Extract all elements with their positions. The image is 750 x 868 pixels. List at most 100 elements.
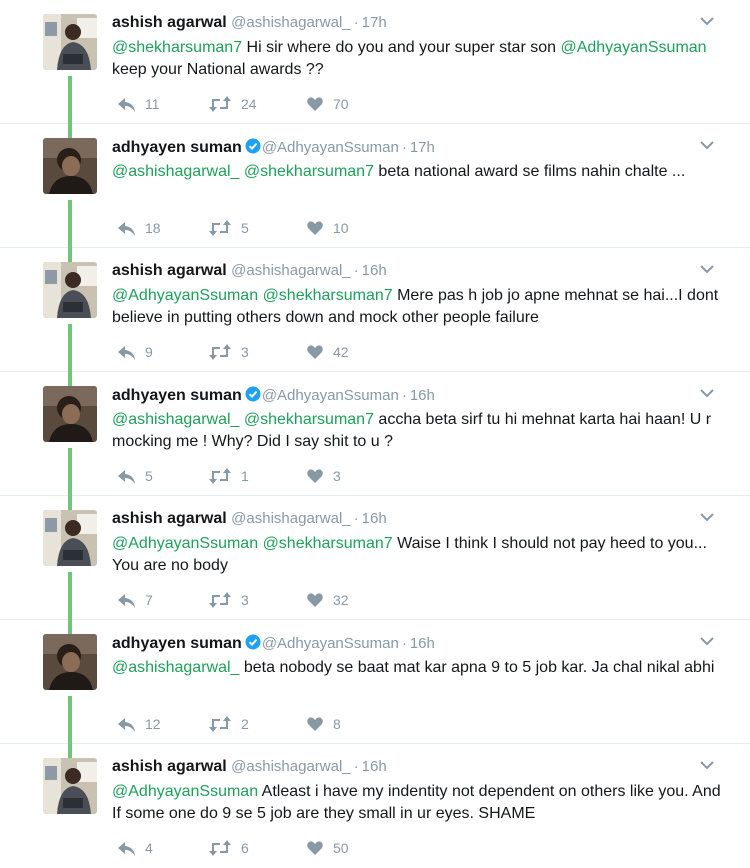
tweet[interactable]: ashish agarwal @ashishagarwal_ · 16h @Adhya… xyxy=(0,496,750,634)
retweet-button[interactable]: 2 xyxy=(208,714,249,734)
tweet-header: adhyayen suman @AdhyayanSsuman · 16h xyxy=(112,386,435,405)
reply-count: 4 xyxy=(145,840,153,856)
like-count: 32 xyxy=(333,592,349,608)
chevron-down-icon[interactable] xyxy=(700,512,714,522)
tweet-timestamp[interactable]: 17h xyxy=(362,14,387,31)
mention-link[interactable]: @shekharsuman7 xyxy=(112,39,242,56)
author-name[interactable]: ashish agarwal xyxy=(112,262,227,279)
tweet[interactable]: adhyayen suman @AdhyayanSsuman · 17h @ashish… xyxy=(0,124,750,262)
mention-link[interactable]: @shekharsuman7 xyxy=(244,411,374,428)
tweet[interactable]: ashish agarwal @ashishagarwal_ · 16h @Adhya… xyxy=(0,248,750,386)
author-handle[interactable]: @ashishagarwal_ xyxy=(231,510,350,527)
mention-link[interactable]: @ashishagarwal_ xyxy=(112,411,239,428)
verified-badge-icon xyxy=(245,386,261,402)
like-count: 8 xyxy=(333,716,341,732)
mention-link[interactable]: @shekharsuman7 xyxy=(263,287,393,304)
retweet-button[interactable]: 5 xyxy=(208,218,249,238)
tweet-header: ashish agarwal @ashishagarwal_ · 16h xyxy=(112,758,387,776)
like-count: 3 xyxy=(333,468,341,484)
like-button[interactable]: 70 xyxy=(306,94,349,114)
author-handle[interactable]: @ashishagarwal_ xyxy=(231,758,350,775)
tweet-timestamp[interactable]: 16h xyxy=(410,387,435,404)
reply-button[interactable]: 9 xyxy=(116,342,153,362)
tweet-text-segment: Hi sir where do you and your super star … xyxy=(242,39,561,56)
reply-button[interactable]: 7 xyxy=(116,590,153,610)
mention-link[interactable]: @AdhyayanSsuman xyxy=(112,535,258,552)
mention-link[interactable]: @shekharsuman7 xyxy=(244,163,374,180)
avatar-image xyxy=(43,634,97,690)
mention-link[interactable]: @shekharsuman7 xyxy=(263,535,393,552)
reply-count: 18 xyxy=(145,220,161,236)
chevron-down-icon[interactable] xyxy=(700,140,714,150)
avatar-image xyxy=(43,262,97,318)
like-button[interactable]: 50 xyxy=(306,838,349,858)
tweet-timestamp[interactable]: 16h xyxy=(362,758,387,775)
retweet-count: 6 xyxy=(241,840,249,856)
retweet-icon xyxy=(209,96,231,112)
tweet[interactable]: ashish agarwal @ashishagarwal_ · 16h @Adhya… xyxy=(0,744,750,868)
author-handle[interactable]: @ashishagarwal_ xyxy=(231,14,350,31)
tweet-header: ashish agarwal @ashishagarwal_ · 16h xyxy=(112,262,387,280)
reply-button[interactable]: 5 xyxy=(116,466,153,486)
tweet[interactable]: adhyayen suman @AdhyayanSsuman · 16h @ashish… xyxy=(0,372,750,510)
tweet-timestamp[interactable]: 17h xyxy=(410,139,435,156)
reply-button[interactable]: 11 xyxy=(116,94,160,114)
like-button[interactable]: 8 xyxy=(306,714,341,734)
author-name[interactable]: ashish agarwal xyxy=(112,758,227,775)
tweet[interactable]: adhyayen suman @AdhyayanSsuman · 16h @ashish… xyxy=(0,620,750,758)
reply-button[interactable]: 18 xyxy=(116,218,161,238)
tweet-timestamp[interactable]: 16h xyxy=(362,510,387,527)
separator-dot: · xyxy=(353,758,359,775)
author-name[interactable]: ashish agarwal xyxy=(112,14,227,31)
chevron-down-icon[interactable] xyxy=(700,16,714,26)
retweet-count: 2 xyxy=(241,716,249,732)
like-button[interactable]: 10 xyxy=(306,218,349,238)
chevron-down-icon[interactable] xyxy=(700,760,714,770)
retweet-button[interactable]: 3 xyxy=(208,342,249,362)
like-button[interactable]: 3 xyxy=(306,466,341,486)
mention-link[interactable]: @ashishagarwal_ xyxy=(112,163,239,180)
avatar[interactable] xyxy=(43,262,97,318)
retweet-button[interactable]: 6 xyxy=(208,838,249,858)
avatar[interactable] xyxy=(43,758,97,814)
avatar[interactable] xyxy=(43,510,97,566)
author-name[interactable]: adhyayen suman xyxy=(112,635,242,652)
tweet-timestamp[interactable]: 16h xyxy=(410,635,435,652)
avatar[interactable] xyxy=(43,14,97,70)
avatar[interactable] xyxy=(43,386,97,442)
separator-dot: · xyxy=(401,635,407,652)
separator-dot: · xyxy=(401,387,407,404)
tweet[interactable]: ashish agarwal @ashishagarwal_ · 17h @shekh… xyxy=(0,0,750,138)
author-name[interactable]: ashish agarwal xyxy=(112,510,227,527)
mention-link[interactable]: @AdhyayanSsuman xyxy=(560,39,706,56)
retweet-icon xyxy=(209,716,231,732)
author-handle[interactable]: @AdhyayanSsuman xyxy=(262,139,399,156)
chevron-down-icon[interactable] xyxy=(700,388,714,398)
tweet-text-segment: beta nobody se baat mat kar apna 9 to 5 … xyxy=(239,659,715,676)
mention-link[interactable]: @AdhyayanSsuman xyxy=(112,783,258,800)
chevron-down-icon[interactable] xyxy=(700,636,714,646)
chevron-down-icon[interactable] xyxy=(700,264,714,274)
retweet-icon xyxy=(209,468,231,484)
reply-icon xyxy=(118,346,135,360)
retweet-button[interactable]: 3 xyxy=(208,590,249,610)
mention-link[interactable]: @AdhyayanSsuman xyxy=(112,287,258,304)
avatar[interactable] xyxy=(43,634,97,690)
avatar[interactable] xyxy=(43,138,97,194)
retweet-button[interactable]: 24 xyxy=(208,94,257,114)
tweet-thread: ashish agarwal @ashishagarwal_ · 17h @shekh… xyxy=(0,0,750,856)
like-button[interactable]: 42 xyxy=(306,342,349,362)
tweet-header: adhyayen suman @AdhyayanSsuman · 17h xyxy=(112,138,435,157)
author-name[interactable]: adhyayen suman xyxy=(112,387,242,404)
retweet-button[interactable]: 1 xyxy=(208,466,249,486)
author-handle[interactable]: @AdhyayanSsuman xyxy=(262,635,399,652)
author-handle[interactable]: @AdhyayanSsuman xyxy=(262,387,399,404)
author-name[interactable]: adhyayen suman xyxy=(112,139,242,156)
reply-button[interactable]: 12 xyxy=(116,714,161,734)
like-button[interactable]: 32 xyxy=(306,590,349,610)
tweet-timestamp[interactable]: 16h xyxy=(362,262,387,279)
mention-link[interactable]: @ashishagarwal_ xyxy=(112,659,239,676)
retweet-count: 3 xyxy=(241,344,249,360)
reply-button[interactable]: 4 xyxy=(116,838,153,858)
author-handle[interactable]: @ashishagarwal_ xyxy=(231,262,350,279)
